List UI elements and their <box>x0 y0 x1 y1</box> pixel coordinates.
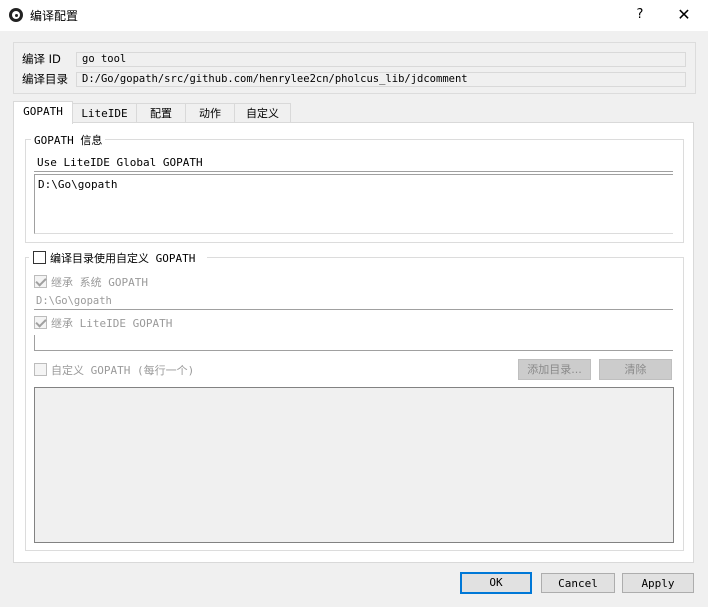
tab-config[interactable]: 配置 <box>136 103 186 123</box>
liteide-gopath-field <box>34 335 673 351</box>
use-custom-gopath-label: 编译目录使用自定义 GOPATH <box>50 250 199 266</box>
window-title: 编译配置 <box>30 9 79 23</box>
liteide-app-icon <box>9 8 23 22</box>
clear-button[interactable]: 清除 <box>599 359 672 380</box>
add-directory-button[interactable]: 添加目录... <box>518 359 591 380</box>
tab-custom[interactable]: 自定义 <box>234 103 291 123</box>
gopath-mode-field: Use LiteIDE Global GOPATH <box>34 155 673 172</box>
inherit-system-gopath-checkbox[interactable] <box>34 275 47 288</box>
inherit-liteide-gopath-label: 继承 LiteIDE GOPATH <box>51 317 173 330</box>
build-id-label: 编译 ID <box>22 52 61 66</box>
gopath-tab-panel: GOPATH 信息 Use LiteIDE Global GOPATH D:\G… <box>13 122 694 563</box>
help-button[interactable]: ? <box>628 4 652 26</box>
ok-button[interactable]: OK <box>460 572 532 594</box>
tab-actions[interactable]: 动作 <box>185 103 235 123</box>
tab-liteide[interactable]: LiteIDE <box>72 103 137 123</box>
inherit-liteide-gopath-checkbox[interactable] <box>34 316 47 329</box>
inherit-system-gopath-label: 继承 系统 GOPATH <box>51 276 148 289</box>
gopath-list-textarea[interactable]: D:\Go\gopath <box>34 174 673 234</box>
build-id-field: go tool <box>76 52 686 67</box>
gopath-info-title: GOPATH 信息 <box>31 132 106 148</box>
custom-gopath-checkbox[interactable] <box>34 363 47 376</box>
close-button[interactable]: ✕ <box>670 4 698 26</box>
title-bar: 编译配置 ? ✕ <box>0 0 708 31</box>
tab-gopath[interactable]: GOPATH <box>13 101 73 124</box>
build-dir-label: 编译目录 <box>22 72 68 86</box>
custom-gopath-list[interactable] <box>34 387 674 543</box>
cancel-button[interactable]: Cancel <box>541 573 615 593</box>
custom-gopath-label: 自定义 GOPATH (每行一个) <box>51 364 195 377</box>
use-custom-gopath-checkbox[interactable] <box>33 251 46 264</box>
system-gopath-field: D:\Go\gopath <box>34 294 673 310</box>
build-dir-field: D:/Go/gopath/src/github.com/henrylee2cn/… <box>76 72 686 87</box>
apply-button[interactable]: Apply <box>622 573 694 593</box>
